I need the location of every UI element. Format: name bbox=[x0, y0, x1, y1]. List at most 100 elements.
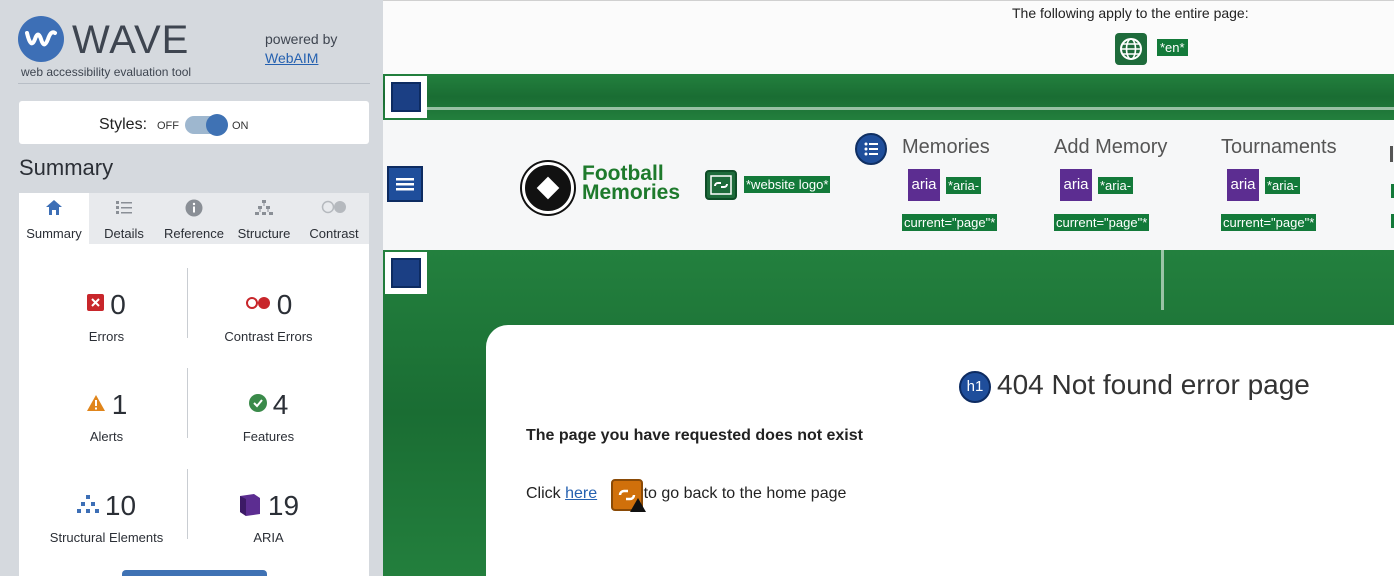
errors-label: Errors bbox=[88, 329, 125, 344]
aria-tag: current="page"* bbox=[902, 214, 998, 231]
aria-tag: current="page"* bbox=[1221, 214, 1317, 231]
nav-link-memories[interactable]: Memories bbox=[902, 136, 990, 159]
hierarchy-icon bbox=[76, 494, 99, 518]
view-details-button[interactable] bbox=[122, 570, 267, 576]
main-region-icon[interactable] bbox=[385, 252, 427, 294]
suspicious-link-alert-icon[interactable] bbox=[611, 479, 646, 512]
aria-value: 19 bbox=[267, 490, 300, 521]
contrast-errors-value: 0 bbox=[276, 289, 293, 320]
errors-count[interactable]: 0 Errors bbox=[19, 289, 187, 369]
contrast-icon bbox=[299, 199, 369, 219]
home-icon bbox=[19, 199, 89, 221]
aria-cube-icon bbox=[238, 492, 262, 521]
nav-link-add-memory[interactable]: Add Memory bbox=[1054, 136, 1167, 159]
contrast-errors-count[interactable]: 0 Contrast Errors bbox=[181, 289, 349, 369]
error-message: The page you have requested does not exi… bbox=[526, 427, 863, 444]
tab-contrast-label: Contrast bbox=[309, 226, 359, 241]
applies-to-page-text: The following apply to the entire page: bbox=[1012, 5, 1249, 21]
webaim-link[interactable]: WebAIM bbox=[265, 50, 318, 66]
styles-off-label: OFF bbox=[157, 120, 179, 132]
errors-value: 0 bbox=[110, 289, 126, 320]
toggle-knob bbox=[206, 114, 228, 136]
styles-toggle-box: Styles: OFF ON bbox=[19, 101, 369, 144]
click-text: Click bbox=[526, 485, 566, 502]
site-navbar: Football Memories *website logo* Memorie… bbox=[383, 120, 1394, 250]
list-icon[interactable] bbox=[855, 133, 887, 165]
summary-tabs: Summary Details Reference Structure Cont… bbox=[19, 193, 369, 244]
aria-tag: *aria- bbox=[1098, 177, 1134, 194]
football-logo-icon[interactable] bbox=[522, 162, 574, 214]
tab-details-label: Details bbox=[104, 226, 144, 241]
aria-tag: *aria- bbox=[1265, 177, 1301, 194]
aria-label: ARIA bbox=[253, 530, 284, 545]
tab-summary-label: Summary bbox=[26, 226, 82, 241]
page-preview: The following apply to the entire page: … bbox=[383, 0, 1394, 576]
aria-icon[interactable]: aria bbox=[1060, 169, 1092, 201]
tab-summary[interactable]: Summary bbox=[19, 193, 89, 244]
aria-tag: *aria- bbox=[946, 177, 982, 194]
wave-brand: WAVE web accessibility evaluation tool p… bbox=[18, 14, 370, 84]
wave-logo-icon bbox=[18, 16, 64, 62]
error-content-card: h1 404 Not found error page The page you… bbox=[486, 325, 1394, 576]
language-globe-icon[interactable] bbox=[1115, 33, 1147, 65]
header-banner bbox=[383, 74, 1394, 120]
tab-contrast[interactable]: Contrast bbox=[299, 193, 369, 244]
h1-icon[interactable]: h1 bbox=[959, 371, 991, 403]
styles-toggle[interactable] bbox=[185, 114, 228, 136]
warning-triangle-icon bbox=[630, 498, 646, 512]
lang-tag: *en* bbox=[1157, 39, 1188, 56]
nav-overflow-item bbox=[1390, 146, 1393, 162]
styles-on-label: ON bbox=[232, 120, 249, 132]
alerts-label: Alerts bbox=[89, 429, 124, 444]
region-icon-inner bbox=[391, 258, 421, 288]
tab-details[interactable]: Details bbox=[89, 193, 159, 244]
contrast-errors-label: Contrast Errors bbox=[224, 329, 313, 344]
home-link-suffix: to go back to the home page bbox=[639, 485, 847, 502]
structural-label: Structural Elements bbox=[49, 530, 164, 545]
aria-icon[interactable]: aria bbox=[1227, 169, 1259, 201]
site-logo-text[interactable]: Football Memories bbox=[582, 163, 712, 204]
info-icon bbox=[159, 199, 229, 222]
logo-line-2: Memories bbox=[582, 181, 681, 204]
summary-heading: Summary bbox=[19, 155, 114, 180]
tab-reference-label: Reference bbox=[164, 226, 224, 241]
structural-count[interactable]: 10 Structural Elements bbox=[19, 490, 187, 570]
header-region-icon[interactable] bbox=[385, 76, 427, 118]
wave-subtitle: web accessibility evaluation tool bbox=[21, 65, 192, 79]
region-icon-inner bbox=[391, 82, 421, 112]
hierarchy-icon bbox=[229, 199, 299, 222]
page-level-bar: The following apply to the entire page: … bbox=[383, 0, 1394, 74]
nav-link-tournaments[interactable]: Tournaments bbox=[1221, 136, 1337, 159]
logo-alt-tag: *website logo* bbox=[744, 176, 831, 193]
aria-count[interactable]: 19 ARIA bbox=[181, 490, 349, 570]
home-link[interactable]: here bbox=[565, 485, 597, 502]
tab-structure-label: Structure bbox=[237, 226, 291, 241]
aria-icon[interactable]: aria bbox=[908, 169, 940, 201]
navigation-icon[interactable] bbox=[387, 166, 423, 202]
alert-icon bbox=[86, 394, 106, 417]
wave-sidebar: WAVE web accessibility evaluation tool p… bbox=[0, 0, 383, 576]
home-link-sentence: Click here to go back to the home page bbox=[526, 485, 846, 503]
field-line bbox=[423, 107, 1394, 110]
linked-image-icon[interactable] bbox=[705, 170, 737, 200]
structural-value: 10 bbox=[104, 490, 137, 521]
check-circle-icon bbox=[248, 393, 267, 417]
error-icon bbox=[87, 294, 105, 316]
list-icon bbox=[89, 199, 159, 221]
features-label: Features bbox=[242, 429, 295, 444]
features-value: 4 bbox=[272, 389, 289, 420]
alerts-count[interactable]: 1 Alerts bbox=[19, 389, 187, 469]
tab-reference[interactable]: Reference bbox=[159, 193, 229, 244]
contrast-error-icon bbox=[245, 296, 271, 315]
ball-patch bbox=[536, 176, 560, 200]
alerts-value: 1 bbox=[111, 389, 128, 420]
field-line bbox=[1161, 250, 1164, 310]
summary-panel: 0 Errors 0 Contrast Errors 1 Alerts 4 Fe… bbox=[19, 244, 369, 576]
styles-label: Styles: bbox=[99, 116, 148, 133]
features-count[interactable]: 4 Features bbox=[181, 389, 349, 469]
page-heading: 404 Not found error page bbox=[997, 369, 1310, 400]
tab-structure[interactable]: Structure bbox=[229, 193, 299, 244]
wave-title: WAVE bbox=[72, 18, 190, 62]
powered-by-text: powered by bbox=[265, 31, 338, 47]
aria-tag: current="page"* bbox=[1054, 214, 1150, 231]
